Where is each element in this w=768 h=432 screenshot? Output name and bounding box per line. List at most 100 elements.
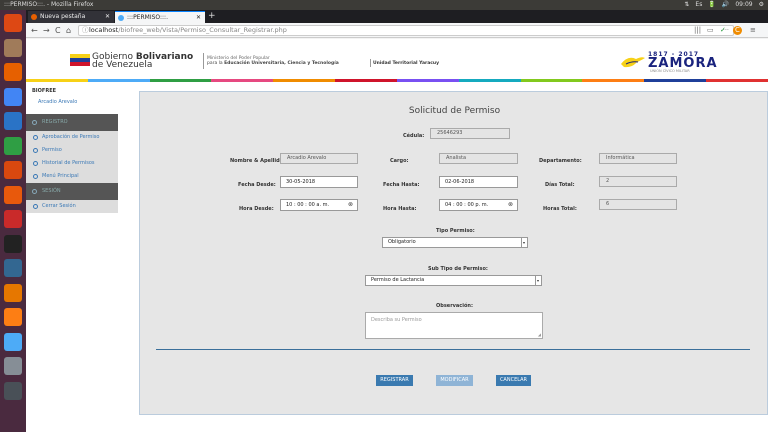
circle-icon [33, 204, 38, 209]
tab-nueva-pestana[interactable]: Nueva pestaña ✕ [28, 11, 114, 23]
clock[interactable]: 09:09 [735, 0, 752, 10]
divider [370, 59, 371, 67]
color-stripe [26, 79, 768, 82]
url-path: /biofree_web/Vista/Permiso_Consultar_Reg… [118, 26, 287, 34]
sidebar-item-cerrar-sesion[interactable]: Cerrar Sesión [26, 200, 118, 213]
firefox-icon[interactable] [4, 63, 22, 81]
terminal-icon[interactable] [4, 234, 22, 253]
sidebar-section-registro[interactable]: REGISTRO [26, 114, 118, 131]
tab-label: :::PERMISO:::. [127, 14, 168, 21]
sub-tipo-select[interactable]: Permiso de Lactancia ▾ [365, 275, 542, 286]
dias-total-field: 2 [599, 176, 677, 187]
nombre-field: Arcadio Arevalo [280, 153, 358, 164]
network-icon[interactable]: ⇅ [684, 0, 689, 10]
cargo-label: Cargo: [390, 158, 409, 164]
pgadmin-icon[interactable] [4, 259, 22, 277]
stripe-segment [26, 79, 88, 82]
stripe-segment [335, 79, 397, 82]
fecha-desde-input[interactable]: 30-05-2018 [280, 176, 358, 188]
sidebar: BIOFREE Arcadio Arevalo REGISTRO Aprobac… [26, 84, 118, 214]
volume-icon[interactable]: 🔊 [722, 0, 729, 10]
dias-total-label: Días Total: [545, 182, 575, 188]
site-info-icon[interactable]: ⓘ [82, 26, 89, 35]
new-tab-button[interactable]: + [208, 10, 216, 22]
web-page: Gobierno Bolivariano de Venezuela Minist… [26, 39, 768, 432]
tipo-permiso-select[interactable]: Obligatorio ▾ [382, 237, 528, 248]
sidebar-section-sesion[interactable]: SESIÓN [26, 183, 118, 200]
home-button[interactable]: ⌂ [66, 26, 71, 35]
hora-hasta-input[interactable]: 04 : 00 : 00 p. m. ⊗ [439, 199, 518, 211]
impress-icon[interactable] [4, 161, 22, 179]
chevron-down-icon: ▾ [521, 238, 525, 247]
divider [203, 53, 204, 69]
library-icon[interactable]: ||| [694, 26, 701, 35]
sublime-icon[interactable] [4, 308, 22, 326]
battery-icon[interactable]: 🔋 [708, 0, 715, 10]
menu-icon[interactable]: ≡ [750, 26, 756, 35]
sidebar-item-permiso[interactable]: Permiso [26, 144, 118, 157]
section-icon [32, 189, 37, 194]
extension-check-icon[interactable]: ✓ [720, 26, 726, 35]
sidebar-icon[interactable]: ▭ [707, 26, 714, 35]
close-tab-icon[interactable]: ✕ [105, 11, 110, 23]
system-tray[interactable]: ⇅ Es 🔋 🔊 09:09 ⚙ [684, 0, 764, 10]
ubuntu-dash-icon[interactable] [4, 14, 22, 32]
forward-button[interactable]: → [43, 26, 50, 35]
hora-desde-input[interactable]: 10 : 00 : 00 a. m. ⊗ [280, 199, 358, 211]
archive-icon[interactable] [4, 283, 22, 302]
fecha-hasta-label: Fecha Hasta: [383, 182, 420, 188]
system-monitor-icon[interactable] [4, 357, 22, 375]
observacion-textarea[interactable]: Describa su Permiso ◢ [365, 312, 543, 339]
cancelar-button[interactable]: CANCELAR [496, 375, 531, 386]
section-icon [32, 120, 37, 125]
sidebar-item-aprobacion[interactable]: Aprobación de Permiso [26, 131, 118, 144]
sidebar-user[interactable]: Arcadio Arevalo [38, 99, 77, 105]
sidebar-item-menu-principal[interactable]: Menú Principal [26, 170, 118, 183]
sidebar-brand: BIOFREE [32, 88, 57, 94]
stripe-segment [706, 79, 768, 82]
files-icon[interactable] [4, 38, 22, 57]
sub-tipo-label: Sub Tipo de Permiso: [428, 266, 488, 272]
form-divider [156, 349, 750, 350]
hora-hasta-label: Hora Hasta: [383, 206, 417, 212]
clear-time-icon[interactable]: ⊗ [508, 200, 513, 210]
extension-c-icon[interactable]: C [733, 26, 742, 35]
hora-desde-value: 10 : 00 : 00 a. m. [286, 202, 330, 208]
writer-icon[interactable] [4, 112, 22, 130]
stripe-segment [582, 79, 645, 82]
form-title: Solicitud de Permiso [408, 106, 501, 116]
zamora-subtitle: UNIÓN CÍVICO MILITAR [650, 69, 690, 73]
chrome-icon[interactable] [4, 87, 22, 106]
tab-permiso[interactable]: :::PERMISO:::. ✕ [115, 11, 205, 23]
virtualbox-icon[interactable] [4, 332, 22, 351]
unit-name: Unidad Territorial Yaracuy [373, 61, 440, 66]
zamora-logo: 1817 - 2017 ZAMORA UNIÓN CÍVICO MILITAR [618, 51, 728, 73]
stripe-segment [273, 79, 336, 82]
sidebar-item-historial[interactable]: Historial de Permisos [26, 157, 118, 170]
circle-icon [33, 161, 38, 166]
settings-icon[interactable] [4, 210, 22, 228]
back-button[interactable]: ← [31, 26, 38, 35]
launcher [0, 10, 26, 432]
clear-time-icon[interactable]: ⊗ [348, 200, 353, 210]
reload-button[interactable]: C [55, 26, 61, 35]
session-gear-icon[interactable]: ⚙ [759, 0, 764, 10]
nombre-label: Nombre & Apellido: [230, 158, 286, 164]
modificar-button[interactable]: MODIFICAR [436, 375, 473, 386]
stripe-segment [520, 79, 583, 82]
sub-tipo-value: Permiso de Lactancia [371, 277, 425, 283]
trash-icon[interactable] [4, 381, 22, 400]
url-bar[interactable]: ⓘ localhost/biofree_web/Vista/Permiso_Co… [78, 25, 734, 36]
fecha-hasta-input[interactable]: 02-06-2018 [439, 176, 518, 188]
resize-grip-icon[interactable]: ◢ [538, 332, 541, 337]
registrar-button[interactable]: REGISTRAR [376, 375, 413, 386]
keyboard-layout-indicator[interactable]: Es [695, 0, 702, 10]
gov-logo-line2: de Venezuela [92, 60, 153, 70]
window-title: :::PERMISO:::. - Mozilla Firefox [4, 1, 94, 8]
calc-icon[interactable] [4, 136, 22, 155]
nav-bar: ← → C ⌂ ⓘ localhost/biofree_web/Vista/Pe… [26, 23, 768, 38]
tipo-permiso-label: Tipo Permiso: [436, 228, 475, 234]
page-favicon-icon [118, 15, 124, 21]
url-host: localhost [89, 26, 119, 34]
software-center-icon[interactable] [4, 185, 22, 204]
